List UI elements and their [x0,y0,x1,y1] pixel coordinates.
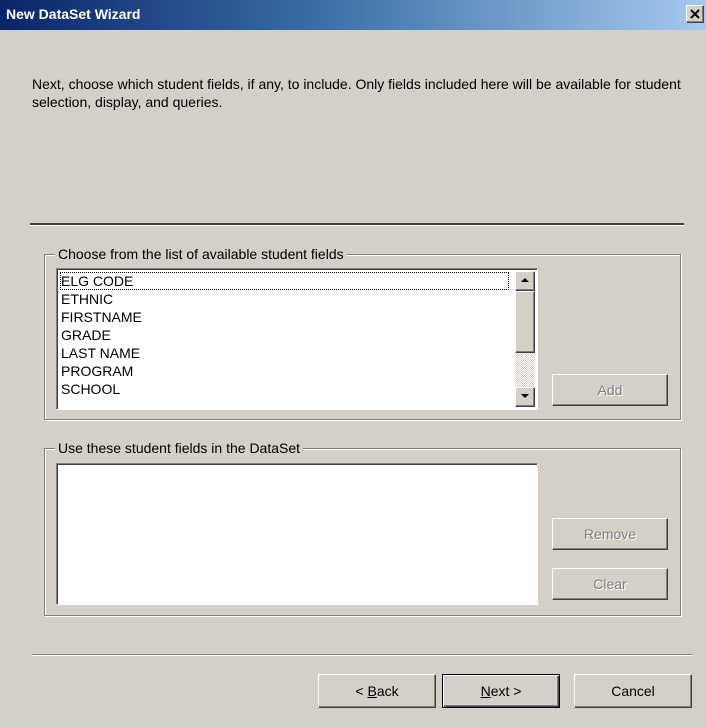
selected-fields-legend: Use these student fields in the DataSet [55,439,304,457]
back-button-accel: B [367,683,377,699]
arrow-up-icon [521,278,529,282]
clear-button[interactable]: Clear [552,568,668,600]
available-fields-legend: Choose from the list of available studen… [55,245,347,263]
list-item[interactable]: LAST NAME [60,344,509,362]
add-button[interactable]: Add [552,374,668,406]
list-item[interactable]: ELG CODE [60,272,509,290]
back-button-rest: ack [376,683,399,699]
close-icon [690,9,700,19]
scroll-down-button[interactable] [515,387,535,407]
available-fields-scrollbar[interactable] [515,271,535,407]
scroll-thumb[interactable] [515,291,535,353]
list-item[interactable]: FIRSTNAME [60,308,509,326]
available-fields-list[interactable]: ELG CODE ETHNIC FIRSTNAME GRADE LAST NAME PRO… [56,268,538,410]
window-title: New DataSet Wizard [6,6,141,22]
list-item[interactable]: ETHNIC [60,290,509,308]
cancel-button[interactable]: Cancel [574,674,692,708]
intro-text: Next, choose which student fields, if an… [32,76,681,110]
scroll-up-button[interactable] [515,271,535,291]
arrow-down-icon [521,394,529,398]
selected-fields-list[interactable] [56,463,538,605]
list-item[interactable]: GRADE [60,326,509,344]
next-button-rest: ext > [490,683,522,699]
header-separator [30,223,684,226]
list-item[interactable]: SCHOOL [60,380,509,398]
next-button[interactable]: Next > [442,674,560,708]
next-button-accel: N [480,683,491,699]
back-button-prefix: < [355,683,368,699]
list-item[interactable]: PROGRAM [60,362,509,380]
remove-button[interactable]: Remove [552,518,668,550]
footer-separator [32,654,692,656]
back-button[interactable]: < Back [318,674,436,708]
title-bar: New DataSet Wizard [0,0,706,30]
close-button[interactable] [686,5,704,23]
